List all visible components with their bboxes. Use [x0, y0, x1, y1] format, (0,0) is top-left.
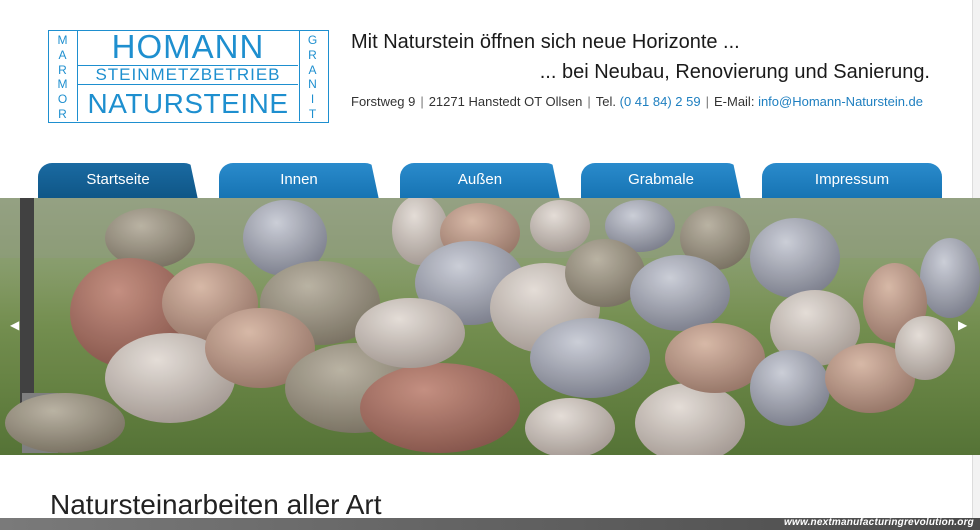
email-label: E-Mail: — [713, 94, 755, 109]
phone-link[interactable]: (0 41 84) 2 59 — [620, 94, 701, 109]
tel-label: Tel. — [595, 94, 617, 109]
nav-tab-aussen[interactable]: Außen — [400, 163, 570, 199]
email-link[interactable]: info@Homann-Naturstein.de — [758, 94, 923, 109]
logo-letter-marmor: R — [58, 106, 67, 121]
nav-tab-label: Außen — [457, 171, 503, 188]
page-heading: Natursteinarbeiten aller Art — [50, 489, 382, 520]
nav-tab-startseite[interactable]: Startseite — [38, 163, 208, 199]
company-logo[interactable]: MARMOR GRANIT HOMANN STEINMETZBETRIEB NA… — [48, 30, 329, 123]
city: 21271 Hanstedt OT Ollsen — [428, 94, 583, 109]
logo-letter-granit: N — [308, 77, 317, 92]
nav-tab-label: Impressum — [814, 171, 890, 188]
logo-letter-granit: T — [308, 106, 317, 121]
logo-letter-marmor: M — [57, 33, 68, 48]
logo-letter-granit: A — [308, 62, 317, 77]
logo-natursteine: NATURSTEINE — [87, 88, 289, 119]
logo-subtitle: STEINMETZBETRIEB — [78, 65, 298, 85]
separator: | — [587, 94, 591, 109]
separator: | — [420, 94, 424, 109]
nav-tab-label: Startseite — [86, 171, 150, 188]
nav-tab-grabmale[interactable]: Grabmale — [581, 163, 751, 199]
separator: | — [705, 94, 709, 109]
main-navigation: Startseite Innen Außen Grabmale Impressu… — [0, 163, 980, 199]
nav-tab-innen[interactable]: Innen — [219, 163, 389, 199]
logo-letter-granit: I — [310, 91, 315, 106]
boulder-field-illustration — [0, 198, 980, 455]
nav-tab-label: Grabmale — [628, 171, 694, 188]
slider-prev-arrow[interactable]: ◀ — [10, 318, 19, 332]
address: Forstweg 9 — [351, 94, 416, 109]
logo-letter-marmor: M — [57, 77, 68, 92]
nav-tab-impressum[interactable]: Impressum — [762, 163, 942, 199]
slogan-line-2: ... bei Neubau, Renovierung und Sanierun… — [539, 61, 930, 83]
logo-letter-marmor: O — [57, 91, 68, 106]
slider-next-arrow[interactable]: ▶ — [958, 318, 967, 332]
contact-line: Forstweg 9 | 21271 Hanstedt OT Ollsen | Tel.… — [351, 94, 923, 109]
logo-name: HOMANN — [111, 28, 265, 65]
logo-letter-granit: R — [308, 47, 317, 62]
logo-letter-marmor: A — [58, 47, 67, 62]
nav-tab-label: Innen — [280, 171, 318, 188]
watermark-text: www.nextmanufacturingrevolution.org — [784, 517, 974, 528]
logo-vertical-right: GRANIT — [298, 33, 327, 121]
logo-letter-granit: G — [307, 33, 318, 48]
hero-slider-image — [0, 198, 980, 455]
logo-vertical-left: MARMOR — [48, 33, 77, 121]
logo-letter-marmor: R — [58, 62, 67, 77]
slogan-line-1: Mit Naturstein öffnen sich neue Horizont… — [351, 31, 740, 53]
